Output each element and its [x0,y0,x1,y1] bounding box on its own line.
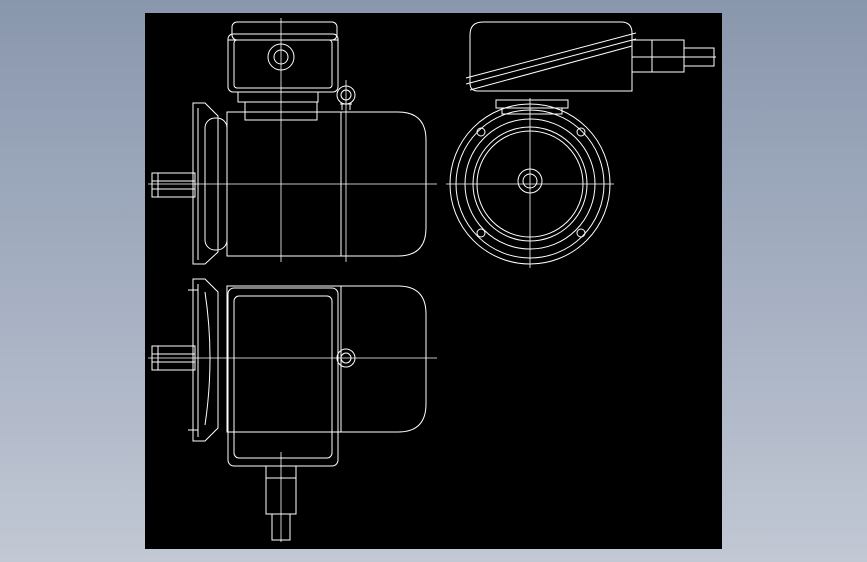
bolt-hole-icon [576,228,586,238]
motor-drawing [148,18,716,542]
bolt-hole-icon [576,127,586,137]
terminal-box-side [465,21,716,115]
shaft [151,172,196,198]
flange [192,102,228,265]
front-view [148,18,437,265]
end-view [446,21,716,268]
terminal-box-top [227,287,339,467]
top-view [148,278,437,542]
terminal-box [227,21,339,121]
bolt-hole-icon [476,228,486,238]
flange-top [188,278,219,442]
motor-body-top [226,285,427,433]
